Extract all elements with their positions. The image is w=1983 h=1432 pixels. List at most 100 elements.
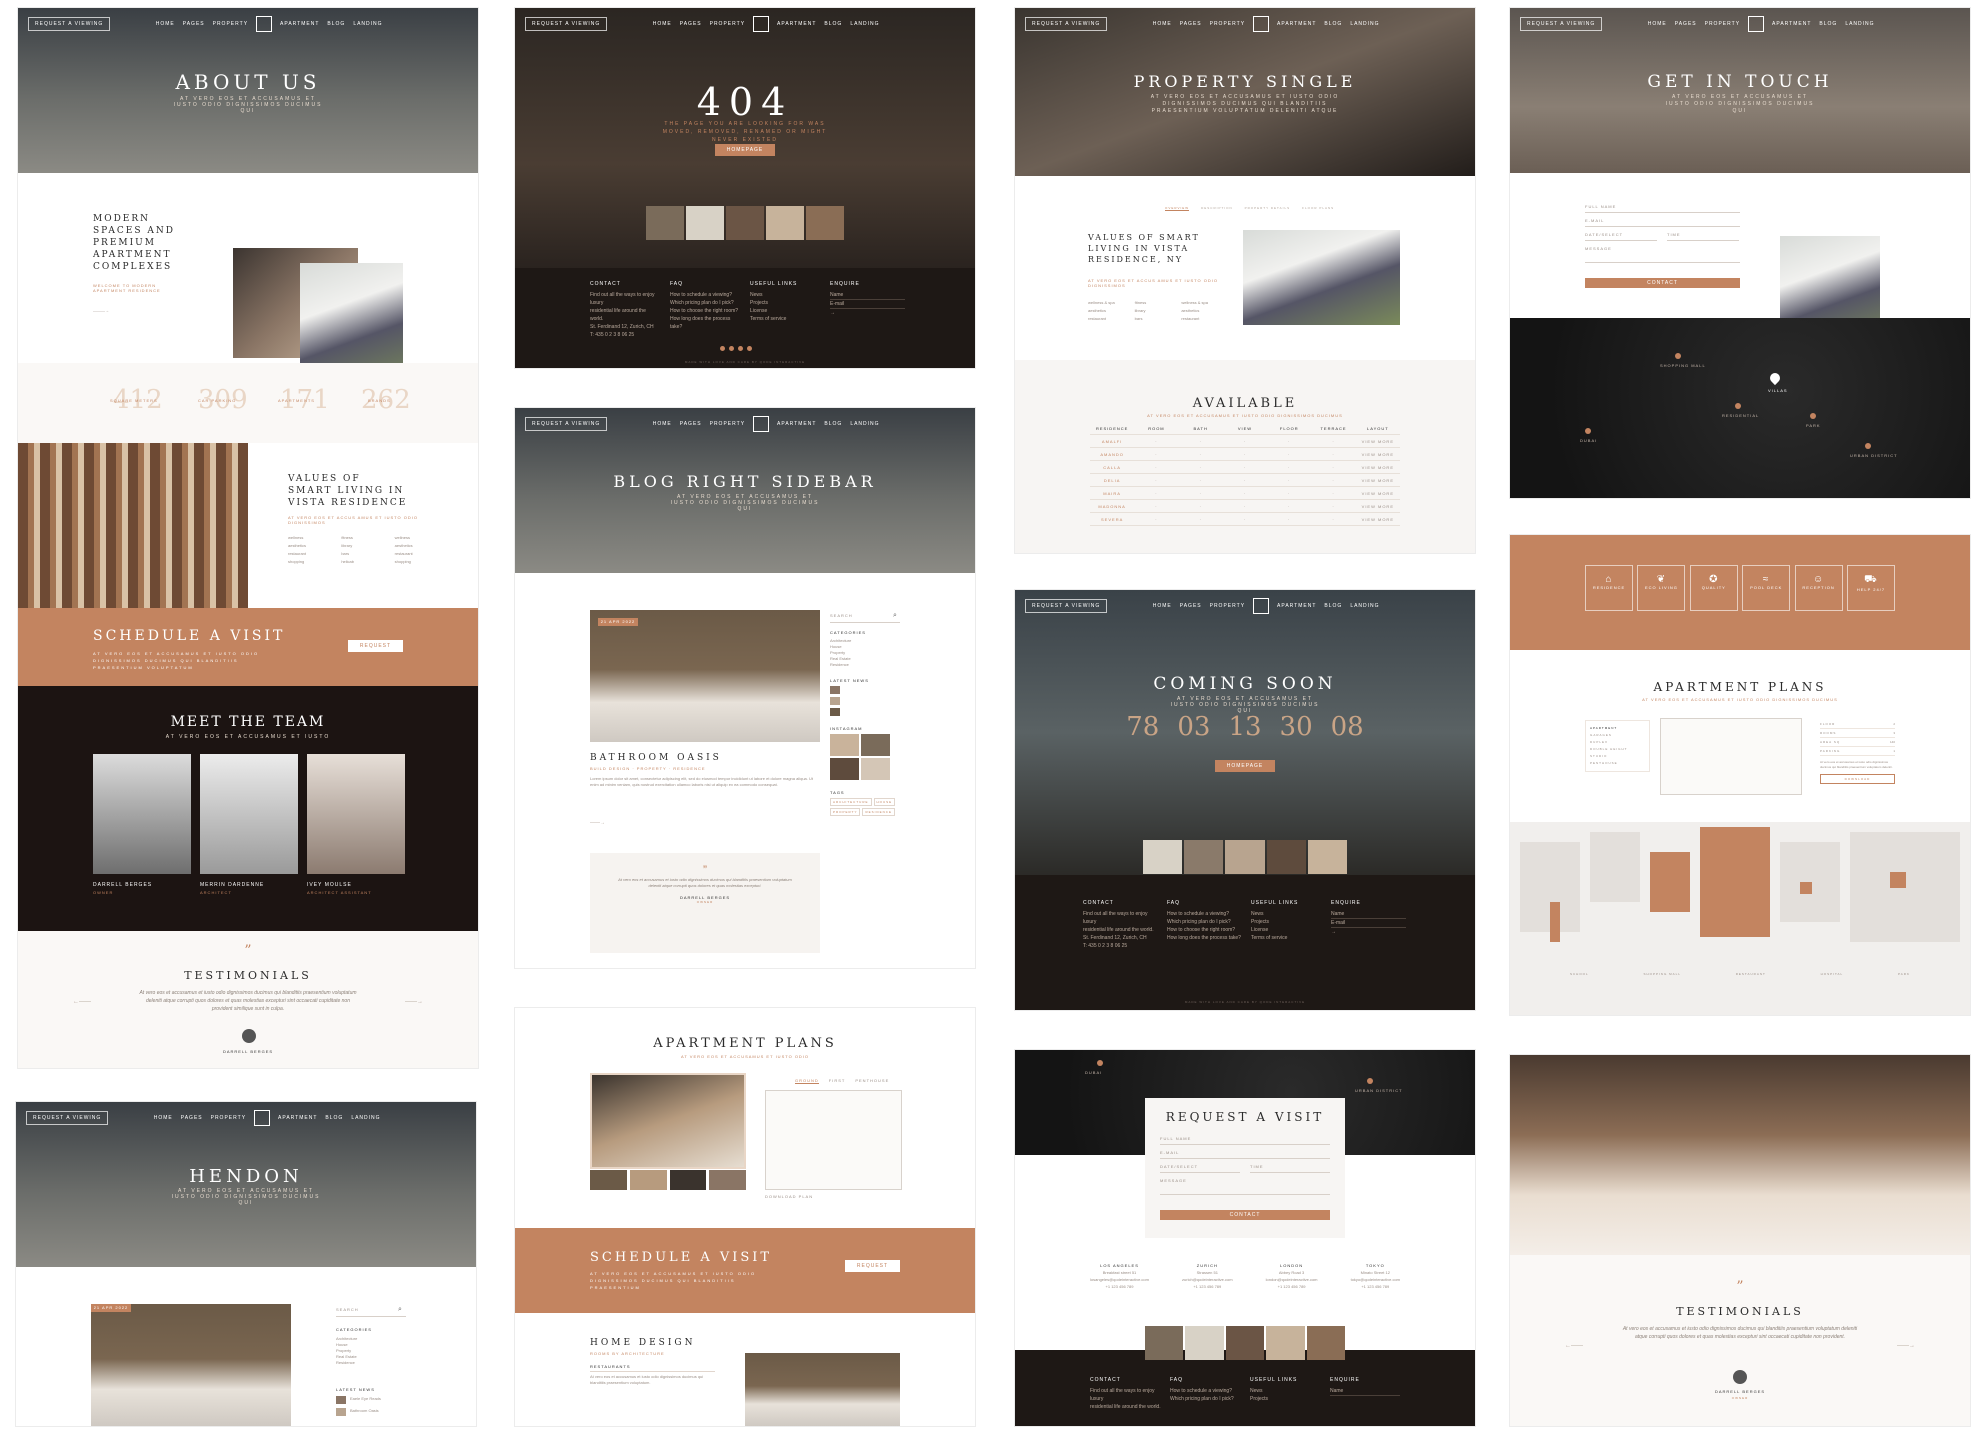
office-email[interactable]: london@qodeinteractive.com xyxy=(1266,1276,1318,1283)
table-row[interactable]: Amando · · · · · View more xyxy=(1090,448,1400,461)
tab-penthouse[interactable]: Penthouse xyxy=(855,1078,889,1084)
plan-type-item[interactable]: Penthouse xyxy=(1590,760,1645,767)
nav-apartment[interactable]: Apartment xyxy=(280,21,319,27)
nav-landing[interactable]: Landing xyxy=(1350,21,1379,27)
table-row[interactable]: Madonna · · · · · View more xyxy=(1090,500,1400,513)
search-icon[interactable]: ⌕ xyxy=(893,612,897,620)
feature-residence[interactable]: ⌂ Residence xyxy=(1585,565,1633,611)
message-field[interactable]: Message xyxy=(1585,246,1740,263)
nav-property[interactable]: Property xyxy=(1210,21,1245,27)
nav-home[interactable]: Home xyxy=(1153,603,1172,609)
brand-logo-icon[interactable] xyxy=(254,1110,271,1126)
plan-type-item[interactable]: Duplex xyxy=(1590,739,1645,746)
nav-property[interactable]: Property xyxy=(213,21,248,27)
map-marker-icon[interactable] xyxy=(1865,443,1871,449)
footer-link[interactable]: Terms of service xyxy=(750,315,810,323)
view-more-link[interactable]: View more xyxy=(1356,504,1400,509)
tab-property-details[interactable]: Property Details xyxy=(1245,206,1291,211)
office-email[interactable]: tokyo@qodeinteractive.com xyxy=(1351,1276,1400,1283)
time-field[interactable]: Time xyxy=(1250,1164,1330,1173)
search-icon[interactable]: ⌕ xyxy=(398,1306,402,1314)
brand-logo-icon[interactable] xyxy=(1748,16,1765,32)
plan-type-item[interactable]: Double Height xyxy=(1590,746,1645,753)
instagram-thumb[interactable] xyxy=(861,734,890,756)
request-viewing-button[interactable]: Request a Viewing xyxy=(525,17,608,31)
post-image[interactable] xyxy=(590,610,820,742)
nav-blog[interactable]: Blog xyxy=(1819,21,1837,27)
post-title[interactable]: Bathroom Oasis xyxy=(590,753,722,763)
nav-pages[interactable]: Pages xyxy=(1675,21,1697,27)
gallery-thumb[interactable] xyxy=(646,206,684,240)
contact-button[interactable]: Contact xyxy=(1585,278,1740,288)
nav-landing[interactable]: Landing xyxy=(351,1115,380,1121)
brand-logo-icon[interactable] xyxy=(753,16,770,32)
footer-link[interactable]: Projects xyxy=(750,299,810,307)
footer-link[interactable]: How to schedule a viewing? xyxy=(1167,910,1242,918)
nav-property[interactable]: Property xyxy=(710,21,745,27)
view-more-link[interactable]: View more xyxy=(1356,478,1400,483)
instagram-thumb[interactable] xyxy=(830,734,859,756)
map-marker-icon[interactable] xyxy=(1585,428,1591,434)
gallery-thumb[interactable] xyxy=(1185,1326,1224,1360)
table-row[interactable]: Amalfi · · · · · View more xyxy=(1090,435,1400,448)
office-email[interactable]: zurich@qodeinteractive.com xyxy=(1182,1276,1233,1283)
nav-apartment[interactable]: Apartment xyxy=(1277,21,1316,27)
email-field[interactable]: E-mail xyxy=(1331,919,1406,928)
nav-home[interactable]: Home xyxy=(1648,21,1667,27)
gallery-thumb[interactable] xyxy=(1225,840,1265,874)
nav-blog[interactable]: Blog xyxy=(824,21,842,27)
email-field[interactable]: E-mail xyxy=(830,300,905,309)
feature-eco-living[interactable]: ❦ Eco Living xyxy=(1637,565,1686,611)
view-more-link[interactable]: View more xyxy=(1356,465,1400,470)
request-button[interactable]: Request xyxy=(845,1260,900,1272)
social-icon[interactable] xyxy=(747,346,752,351)
gallery-thumb[interactable] xyxy=(686,206,724,240)
contact-button[interactable]: Contact xyxy=(1160,1210,1330,1220)
nav-home[interactable]: Home xyxy=(156,21,175,27)
brand-logo-icon[interactable] xyxy=(1253,16,1270,32)
news-thumb[interactable] xyxy=(830,686,840,694)
news-item[interactable] xyxy=(336,1396,346,1404)
nav-home[interactable]: Home xyxy=(653,21,672,27)
nav-home[interactable]: Home xyxy=(653,421,672,427)
footer-link[interactable]: License xyxy=(750,307,810,315)
arrow-link-icon[interactable]: ———→ xyxy=(93,308,109,313)
email-field[interactable]: E-mail xyxy=(1585,218,1740,227)
message-field[interactable]: Message xyxy=(1160,1178,1330,1195)
next-arrow-icon[interactable]: ——→ xyxy=(1897,1343,1915,1349)
nav-apartment[interactable]: Apartment xyxy=(1772,21,1811,27)
nav-landing[interactable]: Landing xyxy=(850,21,879,27)
feature-reception[interactable]: ☺ Reception xyxy=(1794,565,1843,611)
date-field[interactable]: Date/Select xyxy=(1585,232,1657,241)
map-marker-icon[interactable] xyxy=(1097,1060,1103,1066)
request-viewing-button[interactable]: Request a Viewing xyxy=(1025,17,1108,31)
search-input[interactable]: Search xyxy=(336,1307,406,1317)
read-more-arrow-icon[interactable]: ——→ xyxy=(590,820,605,826)
nav-apartment[interactable]: Apartment xyxy=(278,1115,317,1121)
request-viewing-button[interactable]: Request a Viewing xyxy=(28,17,111,31)
team-member[interactable]: Merrin Dardenne Architect xyxy=(200,754,298,895)
request-viewing-button[interactable]: Request a Viewing xyxy=(1025,599,1108,613)
table-row[interactable]: Severa · · · · · View more xyxy=(1090,513,1400,526)
full-name-field[interactable]: Full Name xyxy=(1160,1136,1330,1145)
gallery-thumb[interactable] xyxy=(806,206,844,240)
gallery-thumb[interactable] xyxy=(1266,840,1306,874)
brand-logo-icon[interactable] xyxy=(256,16,273,32)
footer-link[interactable]: Terms of service xyxy=(1251,934,1311,942)
footer-link[interactable]: News xyxy=(750,291,810,299)
gallery-thumb[interactable] xyxy=(1306,1326,1346,1360)
feature-quality[interactable]: ✪ Quality xyxy=(1689,565,1738,611)
footer-link[interactable]: Which pricing plan do I pick? xyxy=(1170,1395,1245,1403)
nav-blog[interactable]: Blog xyxy=(824,421,842,427)
footer-link[interactable]: Which pricing plan do I pick? xyxy=(670,299,740,307)
footer-link[interactable]: How to choose the right room? xyxy=(670,307,740,315)
nav-apartment[interactable]: Apartment xyxy=(777,21,816,27)
search-input[interactable]: Search xyxy=(830,613,900,623)
nav-landing[interactable]: Landing xyxy=(850,421,879,427)
nav-home[interactable]: Home xyxy=(1153,21,1172,27)
footer-link[interactable]: Projects xyxy=(1250,1395,1310,1403)
request-viewing-button[interactable]: Request a Viewing xyxy=(26,1111,109,1125)
nav-pages[interactable]: Pages xyxy=(183,21,205,27)
nav-apartment[interactable]: Apartment xyxy=(1277,603,1316,609)
nav-pages[interactable]: Pages xyxy=(1180,603,1202,609)
